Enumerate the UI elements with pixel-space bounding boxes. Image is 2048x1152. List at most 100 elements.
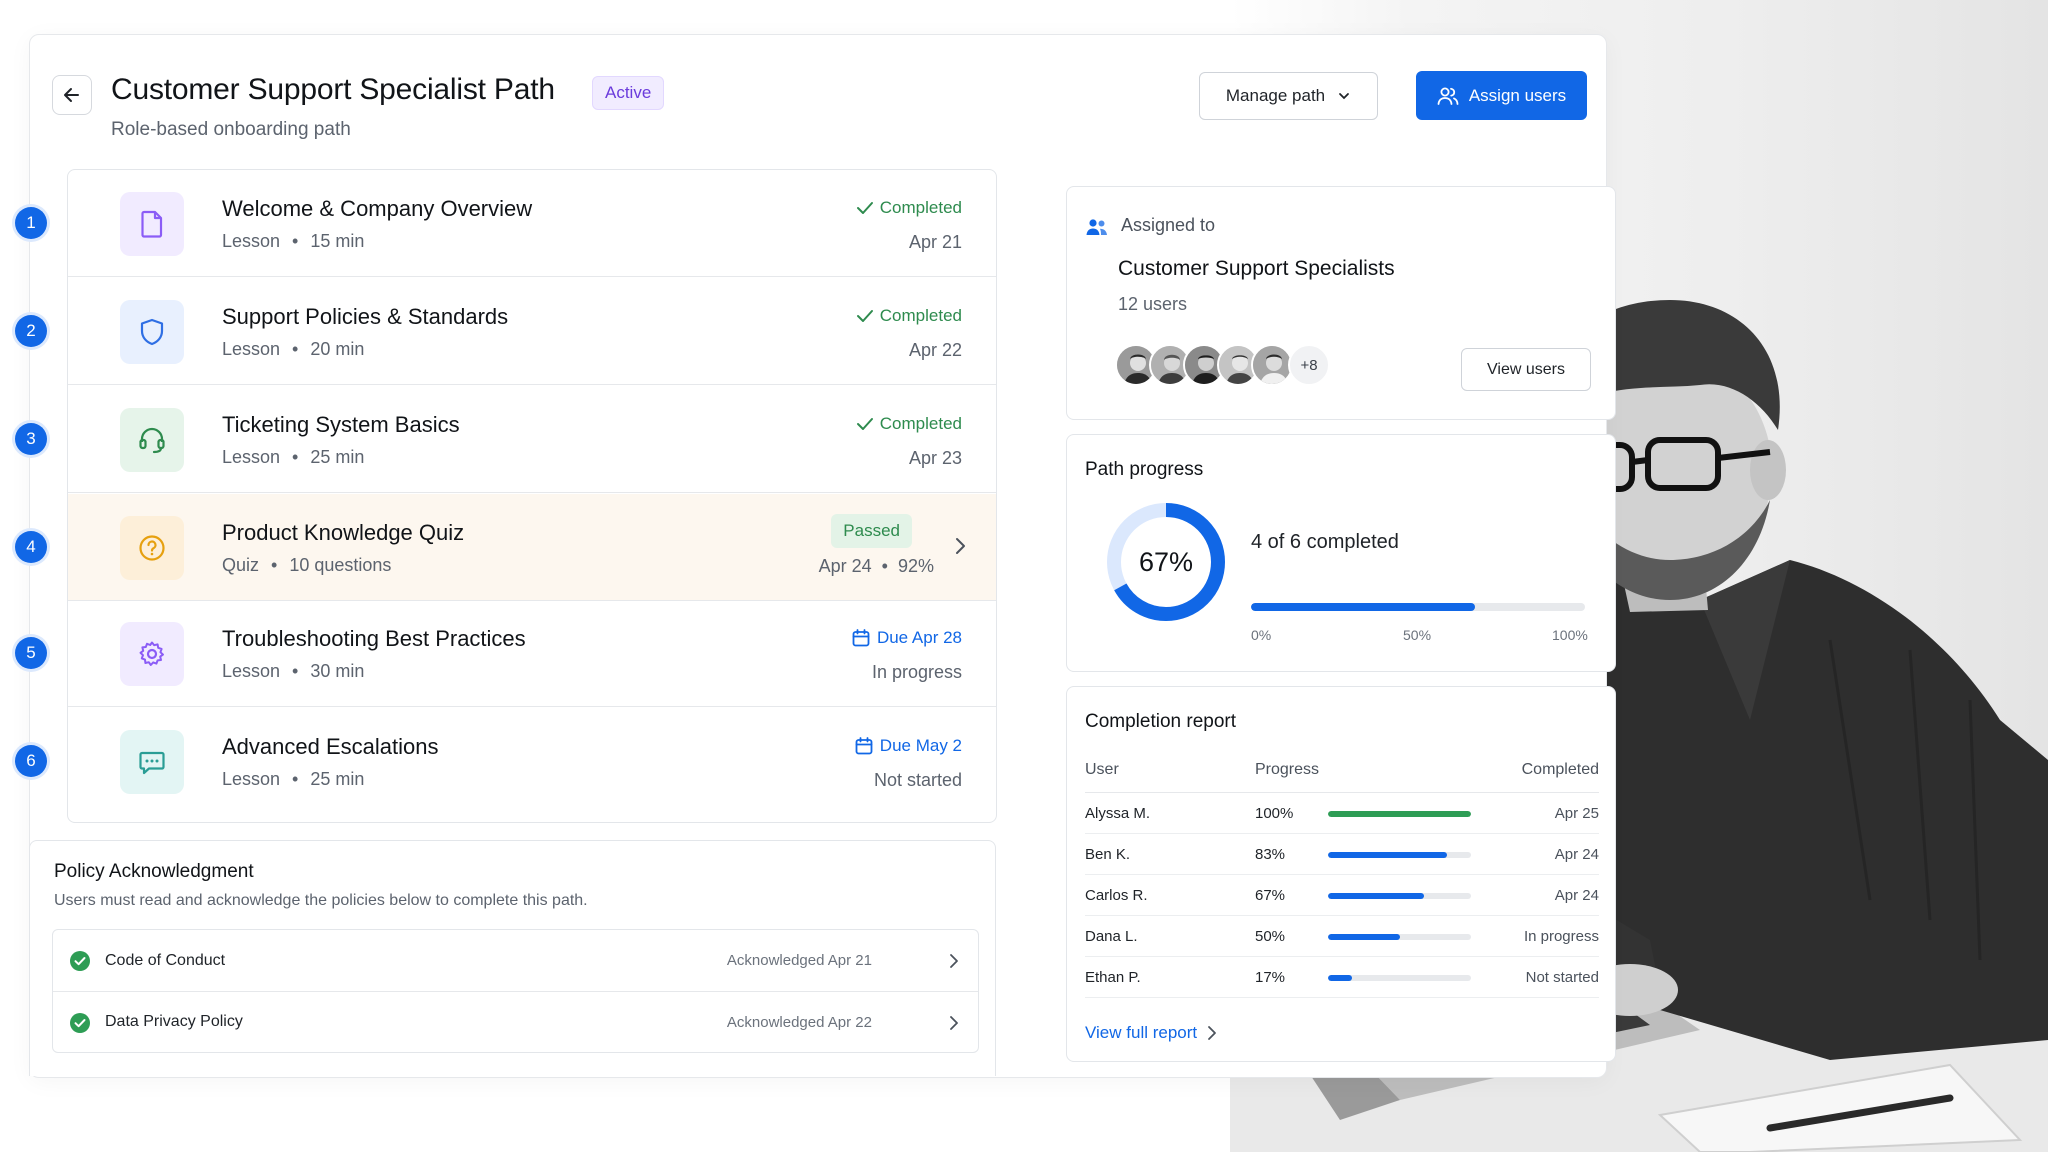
step-meta: Lesson • 30 min [222, 661, 365, 681]
page-title: Customer Support Specialist Path [111, 73, 555, 106]
assign-users-button[interactable]: Assign users [1416, 71, 1587, 120]
check-icon [856, 418, 873, 430]
policy-name: Data Privacy Policy [105, 1013, 243, 1030]
avatar-overflow-count[interactable]: +8 [1288, 344, 1330, 386]
step-row[interactable]: 5 Troubleshooting Best Practices Lesson •… [15, 600, 996, 707]
chevron-down-icon [1339, 93, 1350, 100]
step-score: 92% [897, 556, 934, 576]
step-title: Welcome & Company Overview [222, 196, 533, 221]
chat-icon [139, 751, 165, 775]
step-date: Apr 21 [908, 232, 962, 252]
step-progress-state: Not started [873, 770, 962, 790]
question-icon [139, 535, 165, 561]
policy-title: Policy Acknowledgment [54, 861, 254, 882]
step-type: Quiz [222, 555, 260, 575]
progress-tick: 50% [1403, 627, 1432, 643]
step-icon-tile [120, 516, 184, 580]
policy-ack-date: Acknowledged Apr 22 [726, 1013, 872, 1031]
step-row[interactable]: 4 Product Knowledge Quiz Quiz • 10 questio… [15, 494, 996, 601]
step-icon-tile [120, 408, 184, 472]
passed-badge: Passed [831, 514, 912, 548]
step-type: Lesson [222, 661, 281, 681]
report-progress-bar [1328, 893, 1471, 899]
chevron-right-icon[interactable] [952, 535, 968, 557]
report-user-name: Dana L. [1085, 928, 1138, 945]
step-question-count: 10 questions [289, 555, 392, 575]
step-row[interactable]: 6 Advanced Escalations Lesson • 25 min Due [15, 708, 996, 815]
avatar [1251, 344, 1293, 386]
report-progress-bar [1328, 934, 1471, 940]
back-button[interactable] [52, 75, 92, 115]
report-user-percent: 17% [1255, 969, 1286, 986]
progress-tick: 100% [1552, 627, 1588, 643]
step-type: Lesson [222, 769, 281, 789]
step-number: 5 [15, 637, 47, 669]
report-user-name: Carlos R. [1085, 887, 1148, 904]
report-completed-date: Apr 24 [1554, 887, 1599, 904]
policy-list: Code of Conduct Acknowledged Apr 21 Data… [52, 929, 979, 1053]
step-title: Support Policies & Standards [222, 304, 509, 329]
step-meta: Quiz • 10 questions [222, 555, 392, 575]
report-user-percent: 83% [1255, 846, 1286, 863]
step-status: Completed [856, 414, 962, 434]
step-meta: Lesson • 25 min [222, 447, 365, 467]
report-progress-fill [1328, 893, 1424, 899]
step-icon-tile [120, 622, 184, 686]
step-icon-tile [120, 192, 184, 256]
view-full-report-label: View full report [1085, 1023, 1198, 1042]
policy-row[interactable]: Data Privacy Policy Acknowledged Apr 22 [53, 991, 978, 1052]
progress-tick: 0% [1251, 627, 1272, 643]
chevron-right-icon [950, 1016, 958, 1030]
report-completed-date: Apr 24 [1554, 846, 1599, 863]
column-header-completed: Completed [1521, 761, 1599, 778]
policy-row[interactable]: Code of Conduct Acknowledged Apr 21 [53, 930, 978, 991]
report-user-name: Alyssa M. [1085, 805, 1151, 822]
step-number: 2 [15, 315, 47, 347]
gear-icon [139, 641, 164, 666]
report-row[interactable]: Carlos R. 67% Apr 24 [1085, 875, 1599, 916]
calendar-icon [855, 737, 873, 755]
step-duration: 30 min [310, 661, 365, 681]
chevron-right-icon [1208, 1026, 1217, 1040]
step-type: Lesson [222, 339, 281, 359]
step-date: Apr 24 [818, 556, 872, 576]
step-type: Lesson [222, 447, 281, 467]
users-icon [1437, 87, 1459, 105]
report-progress-fill [1328, 975, 1353, 981]
step-number: 6 [15, 745, 47, 777]
step-row[interactable]: 3 Ticketing System Basics Lesson • 25 min … [15, 386, 996, 493]
check-icon [856, 310, 873, 322]
report-row[interactable]: Ethan P. 17% Not started [1085, 957, 1599, 998]
step-type: Lesson [222, 231, 281, 251]
assigned-to-label: Assigned to [1121, 215, 1216, 235]
report-row[interactable]: Ben K. 83% Apr 24 [1085, 834, 1599, 875]
report-completed-date: Apr 25 [1554, 805, 1599, 822]
step-status: Due Apr 28 [851, 628, 962, 648]
report-row[interactable]: Dana L. 50% In progress [1085, 916, 1599, 957]
report-user-name: Ethan P. [1085, 969, 1141, 986]
report-progress-bar [1328, 975, 1471, 981]
step-title: Product Knowledge Quiz [222, 520, 465, 545]
report-progress-bar [1328, 852, 1471, 858]
check-circle-icon [70, 1013, 90, 1033]
check-icon [856, 202, 873, 214]
progress-bar-fill [1251, 603, 1475, 611]
shield-icon [140, 318, 164, 346]
step-duration: 15 min [310, 231, 365, 251]
view-users-button[interactable]: View users [1461, 348, 1591, 391]
step-number: 3 [15, 423, 47, 455]
step-row[interactable]: 2 Support Policies & Standards Lesson • 20… [15, 278, 996, 385]
policy-name: Code of Conduct [105, 951, 226, 969]
step-meta: Lesson • 20 min [222, 339, 365, 359]
chevron-right-icon [950, 954, 958, 968]
step-icon-tile [120, 730, 184, 794]
step-duration: 20 min [310, 339, 365, 359]
report-progress-fill [1328, 852, 1447, 858]
step-icon-tile [120, 300, 184, 364]
step-row[interactable]: 1 Welcome & Company Overview Lesson • 15 m… [15, 170, 996, 277]
view-full-report-link[interactable]: View full report [1085, 1023, 1217, 1043]
report-row[interactable]: Alyssa M. 100% Apr 25 [1085, 793, 1599, 834]
manage-path-button[interactable]: Manage path [1199, 72, 1378, 120]
completion-report-panel: Completion report User Progress Complete… [1066, 686, 1616, 1062]
status-badge: Active [592, 76, 665, 110]
